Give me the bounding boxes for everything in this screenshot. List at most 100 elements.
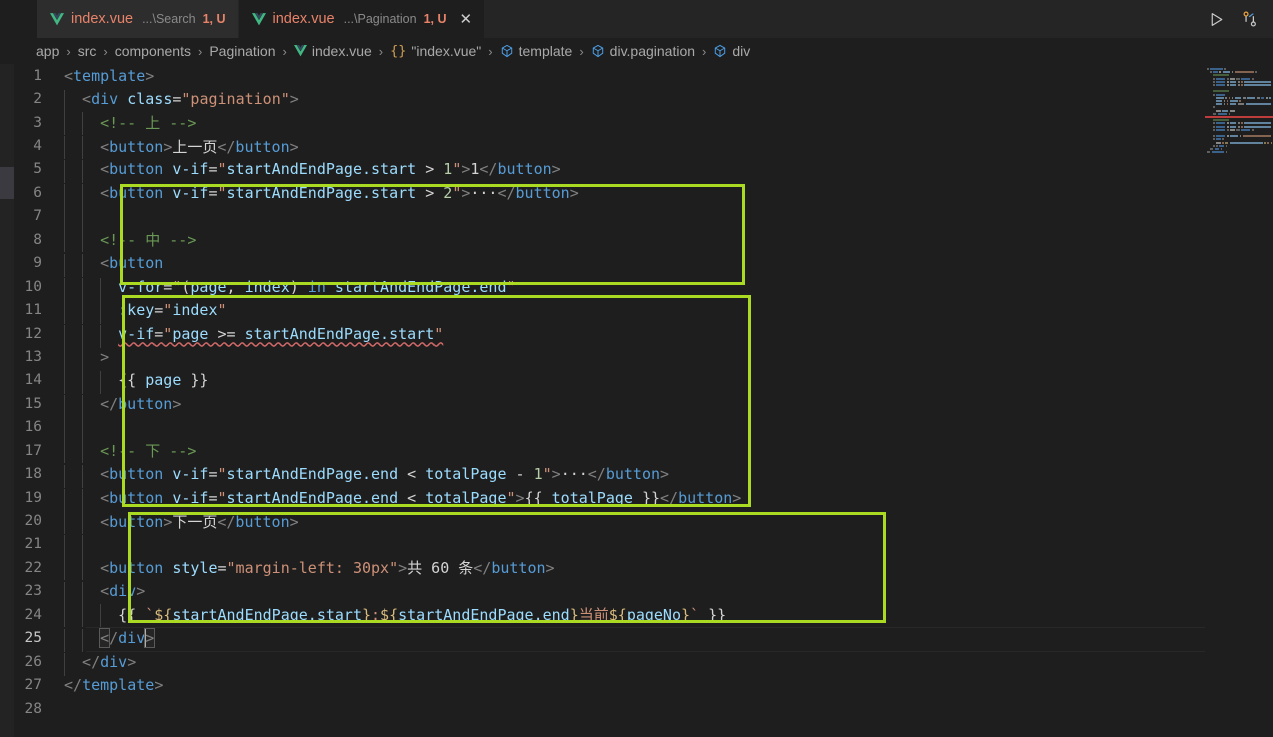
breadcrumb-item-app[interactable]: app [36,43,59,59]
code-tokens: <div class="pagination"> [64,90,299,108]
token-punct: > [569,183,579,202]
token-punct: </ [479,160,498,179]
minimap-token [1231,96,1234,99]
code-line[interactable]: 2 <div class="pagination"> [14,87,1273,114]
code-line[interactable]: 21 [14,533,1273,559]
minimap-token [1223,100,1226,102]
code-line[interactable]: 11:key="index" [14,298,1273,325]
token-tag: button [235,512,290,531]
breadcrumb-item-src[interactable]: src [78,43,97,59]
line-number: 5 [33,161,42,178]
code-line[interactable]: 24{{ `${startAndEndPage.start}:${startAn… [14,603,1273,628]
minimap[interactable] [1205,64,1273,737]
code-editor[interactable]: 1 <template> 2 <div class="pagination"> 3 <!-… [0,64,1273,737]
code-line-content: <button v-if="startAndEndPage.start > 2"… [64,183,1273,207]
code-line[interactable]: 19 <button v-if="startAndEndPage.end < to… [14,486,1273,512]
minimap-token [1237,103,1245,106]
indent-guide [82,207,84,231]
breadcrumb-item-symbol-file[interactable]: {} "index.vue" [390,43,481,59]
breadcrumb-separator: › [198,43,203,59]
code-line[interactable]: 1 <template> [14,64,1273,87]
token-mous: }} [699,606,727,625]
code-line[interactable]: 15 </button> [14,392,1273,418]
minimap-token [1213,112,1217,115]
token-tag: template [73,66,146,85]
editor-tab-search[interactable]: index.vue ...\Search 1, U [37,0,239,38]
breadcrumb-label: template [518,43,573,59]
code-lines-container[interactable]: 1 <template> 2 <div class="pagination"> 3 <!-… [14,64,1273,737]
code-line[interactable]: 12 v-if="page >= startAndEndPage.start" [14,322,1273,348]
code-line[interactable]: 4 <button>上一页</button> [14,134,1273,159]
code-line[interactable]: 14 {{ page }} [14,369,1273,395]
code-line[interactable]: 26 </div> [14,650,1273,676]
line-number: 12 [24,325,42,342]
code-line[interactable]: 9 <button [14,252,1273,278]
tab-status: 1, U [423,12,447,26]
editor-overview-thumb[interactable] [0,167,14,199]
token-punct: > [163,137,173,156]
code-line[interactable]: 16 [14,416,1273,442]
code-tokens: <!-- 中 --> [64,231,196,249]
code-line[interactable]: 3 <!-- 上 --> [14,111,1273,136]
code-line[interactable]: 8 <!-- 中 --> [14,228,1273,253]
token-punct: </ [217,512,236,531]
minimap-token [1222,141,1224,144]
token-tag: button [678,488,733,507]
code-line[interactable]: 27 </template> [14,673,1273,696]
minimap-token [1214,148,1220,150]
minimap-token [1210,68,1223,70]
breadcrumb-item-template[interactable]: template [500,43,573,59]
editor-tab-pagination[interactable]: index.vue ...\Pagination 1, U ✕ [238,0,486,38]
code-line[interactable]: 28 [14,697,1273,720]
code-line[interactable]: 13 > [14,345,1273,371]
source-control-icon[interactable] [1241,10,1259,28]
vue-file-icon [293,45,307,57]
token-punct: > [289,90,299,109]
token-punct: < [100,254,110,273]
minimap-token [1230,141,1263,144]
breadcrumb-item-indexvue[interactable]: index.vue [293,43,372,59]
token-punct: > [732,488,742,507]
breadcrumb-item-div-pagination[interactable]: div.pagination [591,43,695,59]
code-line[interactable]: 10 v-for="(page, index) in startAndEndPag… [14,275,1273,301]
line-number: 8 [33,231,42,248]
code-line[interactable]: 6 <button v-if="startAndEndPage.start > 2… [14,181,1273,207]
indent-guide [64,510,65,534]
play-icon[interactable] [1208,11,1225,28]
close-icon[interactable]: ✕ [460,12,473,27]
token-str: "margin-left: 30px" [226,559,399,578]
code-line[interactable]: 7 [14,205,1273,231]
line-number: 2 [33,91,42,108]
minimap-token [1223,103,1226,106]
minimap-token [1245,103,1271,106]
breadcrumb-separator: › [702,43,707,59]
breadcrumb-separator: › [282,43,287,59]
code-line[interactable]: 23 <div> [14,580,1273,606]
indent-guide [82,277,84,301]
token-attr: v-if [172,488,209,507]
code-line[interactable]: 17 <!-- 下 --> [14,439,1273,464]
token-eq: = [208,465,218,484]
code-line[interactable]: 20 <button>下一页</button> [14,509,1273,534]
indent-guide [82,535,84,559]
token-punct: > [545,559,555,578]
vue-file-icon [50,12,64,26]
breadcrumb-item-components[interactable]: components [115,43,191,59]
code-line[interactable]: 22 <button style="margin-left: 30px">共 60… [14,556,1273,581]
token-tag: button [109,183,164,202]
token-quote: " [217,183,227,202]
code-line[interactable]: 18 <button v-if="startAndEndPage.end < to… [14,462,1273,489]
indent-guide [82,301,84,325]
token-quote: " [217,301,227,320]
code-tokens: </div> [64,628,156,649]
code-line[interactable]: 5 <button v-if="startAndEndPage.start > 1… [14,158,1273,184]
token-text: ··· [470,183,498,202]
minimap-token [1238,125,1240,128]
breadcrumb-item-pagination[interactable]: Pagination [209,43,275,59]
breadcrumb-separator: › [378,43,384,59]
token-tag: template [82,676,155,695]
code-line[interactable]: 25 </div> [14,626,1273,653]
line-number: 14 [24,372,42,389]
breadcrumb-item-div[interactable]: div [713,43,750,59]
